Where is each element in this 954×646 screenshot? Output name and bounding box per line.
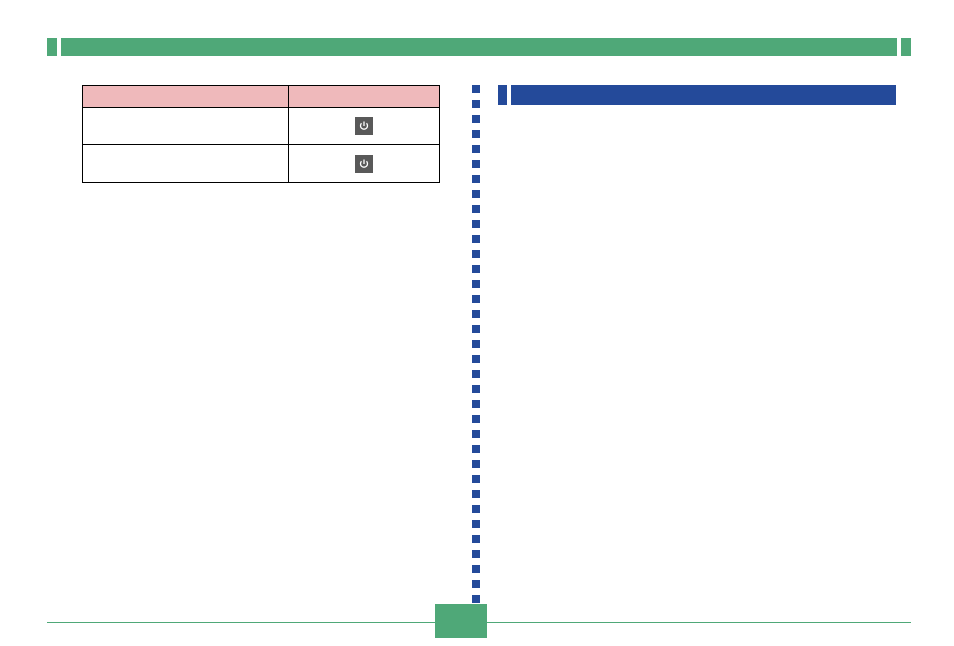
power-icon: [355, 155, 373, 173]
subsection-bar-main: [511, 85, 896, 105]
page-number-tab: [435, 604, 487, 638]
table-cell: [289, 145, 439, 182]
table-cell: [83, 145, 289, 182]
section-header-bar: [47, 38, 911, 56]
header-bar-main: [61, 38, 897, 56]
table-header-row: [83, 86, 439, 108]
table-cell: [289, 108, 439, 145]
header-accent-left: [47, 38, 57, 56]
subsection-accent: [498, 85, 507, 105]
power-icon: [355, 117, 373, 135]
right-subsection-bar: [498, 85, 896, 105]
table-header-cell: [83, 86, 289, 108]
column-divider: [472, 85, 480, 603]
table-cell: [83, 108, 289, 145]
header-accent-right: [901, 38, 911, 56]
table-row: [83, 145, 439, 182]
table-header-cell: [289, 86, 439, 108]
table-row: [83, 108, 439, 145]
icon-table: [82, 85, 440, 183]
